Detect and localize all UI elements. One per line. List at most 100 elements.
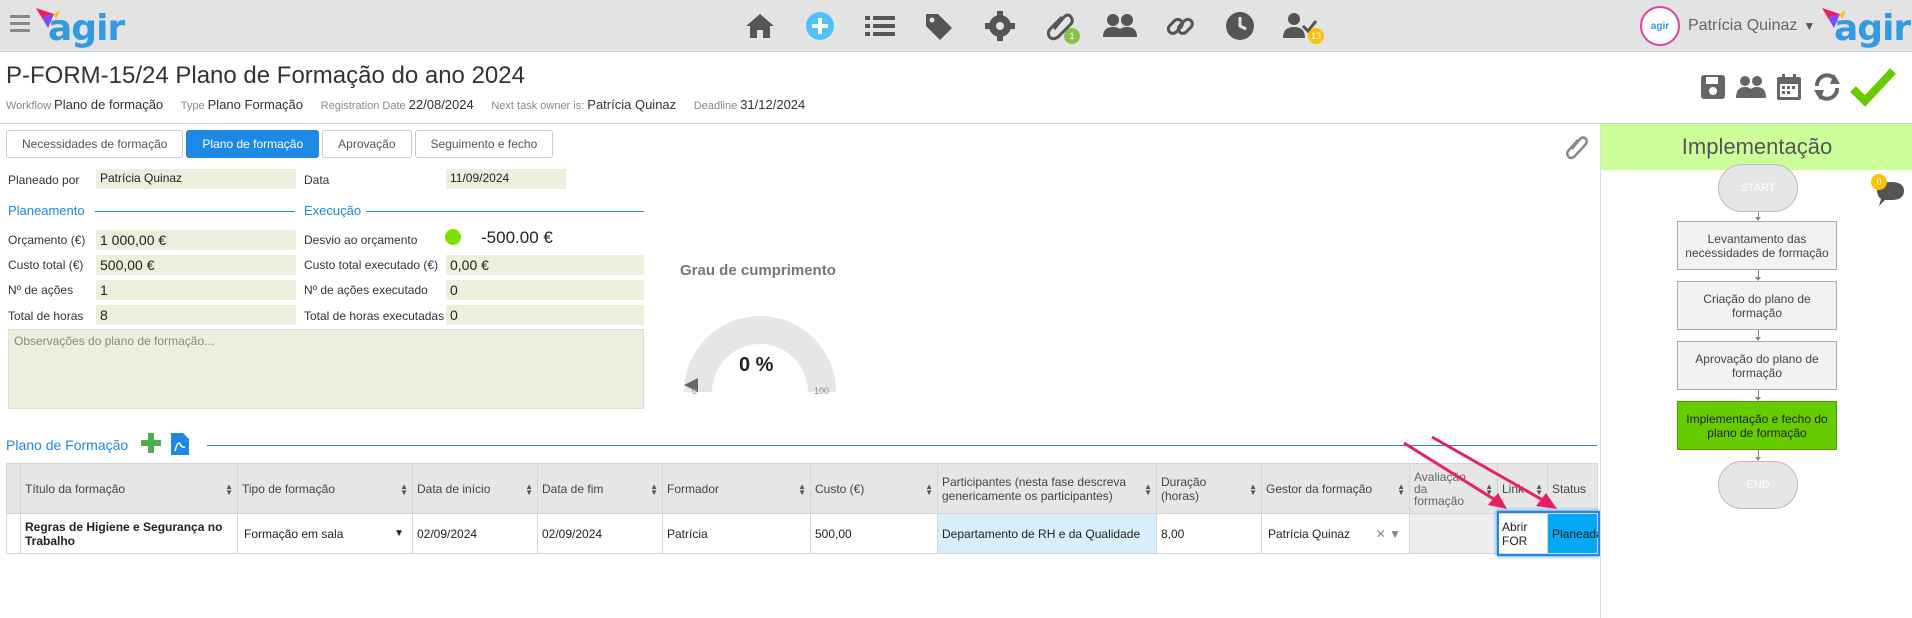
cell-link[interactable]: Abrir FOR bbox=[1497, 513, 1548, 554]
user-check-icon[interactable]: 13 bbox=[1270, 8, 1330, 44]
col-duracao[interactable]: Duração (horas) ▲ ▼ bbox=[1156, 463, 1262, 514]
acoes-exec-field[interactable]: 0 bbox=[446, 280, 644, 300]
cell-participantes[interactable]: Departamento de RH e da Qualidade bbox=[937, 513, 1157, 554]
horas-exec-field[interactable]: 0 bbox=[446, 305, 644, 325]
registration-value: 22/08/2024 bbox=[408, 97, 474, 112]
arrow-head-icon bbox=[1488, 493, 1507, 509]
chevron-down-icon: ▼ bbox=[1803, 19, 1816, 33]
comment-icon[interactable]: 0 bbox=[1871, 174, 1905, 211]
status-dot bbox=[445, 229, 461, 245]
gauge-min: 0 bbox=[692, 386, 698, 396]
cell-inicio[interactable]: 02/09/2024 bbox=[412, 513, 538, 554]
flow-end[interactable]: END bbox=[1718, 461, 1798, 509]
attachment-icon[interactable]: 1 bbox=[1030, 8, 1090, 44]
refresh-icon[interactable] bbox=[1810, 70, 1844, 104]
deadline-label: Deadline bbox=[693, 100, 738, 112]
flow-step-implementacao[interactable]: Implementação e fecho do plano de formaç… bbox=[1677, 401, 1837, 450]
gear-icon[interactable] bbox=[970, 8, 1030, 44]
custo-field[interactable]: 500,00 € bbox=[96, 255, 296, 275]
tab-aprovacao[interactable]: Aprovação bbox=[322, 130, 412, 158]
comment-badge: 0 bbox=[1871, 174, 1887, 190]
tab-necessidades[interactable]: Necessidades de formação bbox=[6, 130, 184, 158]
top-bar: agir 1 13 agir Patrícia Quinaz ▼ agir bbox=[0, 0, 1912, 52]
sort-icon[interactable]: ▲ ▼ bbox=[225, 483, 233, 497]
avatar: agir bbox=[1640, 6, 1680, 46]
cell-fim[interactable]: 02/09/2024 bbox=[537, 513, 663, 554]
registration-label: Registration Date bbox=[320, 100, 406, 112]
menu-icon[interactable] bbox=[10, 15, 30, 35]
flow-step-criacao[interactable]: Criação do plano de formação bbox=[1677, 281, 1837, 330]
orcamento-field[interactable]: 1 000,00 € bbox=[96, 230, 296, 250]
sort-icon[interactable]: ▲ ▼ bbox=[400, 483, 408, 497]
cell-formador[interactable]: Patrícia bbox=[662, 513, 811, 554]
cell-avaliacao[interactable] bbox=[1409, 513, 1498, 554]
type-label: Type bbox=[180, 100, 205, 112]
table-row: Regras de Higiene e Segurança no Trabalh… bbox=[6, 513, 1603, 554]
tab-seguimento[interactable]: Seguimento e fecho bbox=[414, 130, 554, 158]
orcamento-label: Orçamento (€) bbox=[8, 233, 86, 247]
tab-plano[interactable]: Plano de formação bbox=[186, 130, 320, 158]
user-menu[interactable]: agir Patrícia Quinaz ▼ bbox=[1640, 6, 1815, 46]
row-handle[interactable] bbox=[6, 513, 21, 554]
add-icon[interactable] bbox=[790, 8, 850, 44]
clock-icon[interactable] bbox=[1210, 8, 1270, 44]
col-tipo[interactable]: Tipo de formação ▲ ▼ bbox=[237, 463, 413, 514]
link-icon[interactable] bbox=[1150, 8, 1210, 44]
clear-and-chevron-icon: ✕ ▼ bbox=[1375, 526, 1401, 541]
planeado-field[interactable]: Patrícia Quinaz bbox=[96, 169, 296, 189]
acoes-field[interactable]: 1 bbox=[96, 280, 296, 300]
attach-file-icon[interactable] bbox=[1565, 134, 1589, 163]
users-icon[interactable] bbox=[1734, 70, 1768, 104]
col-gestor[interactable]: Gestor da formação ▲ ▼ bbox=[1261, 463, 1410, 514]
brand-logo-right: agir bbox=[1820, 4, 1911, 49]
add-row-icon[interactable] bbox=[140, 432, 162, 457]
gauge-value: 0 % bbox=[739, 354, 774, 376]
sort-icon[interactable]: ▲ ▼ bbox=[650, 483, 658, 497]
sort-icon[interactable]: ▲ ▼ bbox=[1249, 483, 1257, 497]
plano-heading: Plano de Formação bbox=[6, 437, 129, 453]
data-label: Data bbox=[304, 173, 330, 187]
horas-field[interactable]: 8 bbox=[96, 305, 296, 325]
col-participantes[interactable]: Participantes (nesta fase descreva gener… bbox=[937, 463, 1157, 514]
col-inicio[interactable]: Data de início ▲ ▼ bbox=[412, 463, 538, 514]
col-formador[interactable]: Formador ▲ ▼ bbox=[662, 463, 811, 514]
tag-icon[interactable] bbox=[910, 8, 970, 44]
cell-gestor[interactable]: Patrícia Quinaz ✕ ▼ bbox=[1261, 513, 1410, 554]
flow-step-aprovacao[interactable]: Aprovação do plano de formação bbox=[1677, 341, 1837, 390]
home-icon[interactable] bbox=[730, 8, 790, 44]
col-fim[interactable]: Data de fim ▲ ▼ bbox=[537, 463, 663, 514]
flow-step-levantamento[interactable]: Levantamento das necessidades de formaçã… bbox=[1677, 221, 1837, 270]
sort-icon[interactable]: ▲ ▼ bbox=[925, 483, 933, 497]
calendar-icon[interactable] bbox=[1772, 70, 1806, 104]
flow-start[interactable]: START bbox=[1718, 164, 1798, 212]
type-value: Plano Formação bbox=[207, 97, 304, 112]
col-custo[interactable]: Custo (€) ▲ ▼ bbox=[810, 463, 938, 514]
sort-icon[interactable]: ▲ ▼ bbox=[1144, 483, 1152, 497]
data-field[interactable]: 11/09/2024 bbox=[446, 169, 566, 189]
deadline-value: 31/12/2024 bbox=[740, 97, 806, 112]
col-titulo[interactable]: Título da formação ▲ ▼ bbox=[20, 463, 238, 514]
pdf-icon[interactable] bbox=[170, 432, 190, 459]
save-icon[interactable] bbox=[1696, 70, 1730, 104]
check-icon[interactable] bbox=[1848, 68, 1898, 107]
sort-icon[interactable]: ▲ ▼ bbox=[798, 483, 806, 497]
cell-status[interactable]: Planeada bbox=[1547, 513, 1603, 554]
gauge-max: 100 bbox=[814, 386, 830, 396]
page-header: P-FORM-15/24 Plano de Formação do ano 20… bbox=[0, 52, 1912, 124]
observacoes-textarea[interactable]: Observações do plano de formação... bbox=[8, 329, 644, 409]
cell-titulo[interactable]: Regras de Higiene e Segurança no Trabalh… bbox=[20, 513, 238, 554]
cell-custo[interactable]: 500,00 bbox=[810, 513, 938, 554]
horas-label: Total de horas bbox=[8, 309, 84, 323]
attachment-badge: 1 bbox=[1064, 28, 1080, 44]
page-title: P-FORM-15/24 Plano de Formação do ano 20… bbox=[6, 62, 525, 89]
annotation-arrows bbox=[1403, 435, 1557, 509]
list-icon[interactable] bbox=[850, 8, 910, 44]
brand-logo[interactable]: agir bbox=[34, 4, 125, 49]
sort-icon[interactable]: ▲ ▼ bbox=[525, 483, 533, 497]
custo-exec-field[interactable]: 0,00 € bbox=[446, 255, 644, 275]
cell-tipo[interactable]: Formação em sala ▼ bbox=[237, 513, 413, 554]
plano-divider bbox=[207, 445, 1597, 446]
users-icon[interactable] bbox=[1090, 8, 1150, 44]
arrow-line bbox=[1403, 441, 1501, 505]
cell-duracao[interactable]: 8,00 bbox=[1156, 513, 1262, 554]
